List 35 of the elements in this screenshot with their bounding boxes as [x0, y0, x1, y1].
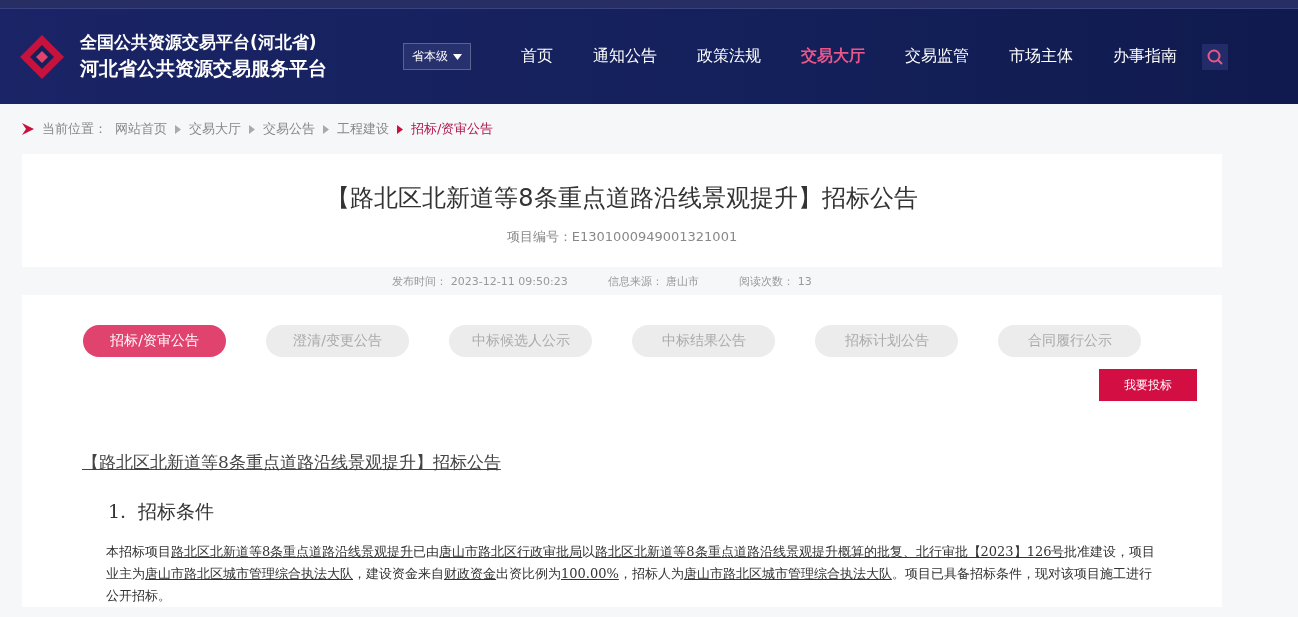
level-select[interactable]: 省本级 — [403, 43, 471, 70]
search-icon — [1207, 48, 1223, 65]
bid-button[interactable]: 我要投标 — [1099, 369, 1197, 401]
nav-item[interactable]: 办事指南 — [1093, 46, 1197, 67]
logo-icon — [18, 32, 66, 81]
breadcrumb-label: 当前位置： — [42, 120, 107, 138]
arrow-icon — [323, 124, 329, 134]
nav-item[interactable]: 交易监管 — [885, 46, 989, 67]
arrow-icon — [175, 124, 181, 134]
notice-tab[interactable]: 招标/资审公告 — [83, 325, 226, 357]
section-heading: 1. 招标条件 — [108, 499, 216, 524]
meta-text: 发布时间： 2023-12-11 09:50:23 — [392, 273, 568, 289]
breadcrumb-link[interactable]: 网站首页 — [115, 120, 167, 138]
meta-text: 阅读次数： 13 — [739, 273, 812, 289]
breadcrumb-link[interactable]: 交易公告 — [263, 120, 315, 138]
breadcrumb-link[interactable]: 交易大厅 — [189, 120, 241, 138]
caret-icon — [453, 53, 462, 60]
breadcrumb-link[interactable]: 工程建设 — [337, 120, 389, 138]
nav-item[interactable]: 首页 — [501, 46, 573, 67]
arrow-icon — [249, 124, 255, 134]
meta-text: 信息来源： 唐山市 — [607, 273, 700, 289]
article-title: 【路北区北新道等8条重点道路沿线景观提升】招标公告 — [325, 183, 919, 214]
project-number: 项目编号：E1301000949001321001 — [505, 228, 739, 246]
search-button[interactable] — [1202, 43, 1228, 70]
nav-item[interactable]: 市场主体 — [989, 46, 1093, 67]
nav-item[interactable]: 政策法规 — [677, 46, 781, 67]
site-title: 全国公共资源交易平台(河北省) — [80, 31, 318, 54]
location-arrow-icon — [22, 123, 34, 135]
site-title: 河北省公共资源交易服务平台 — [80, 56, 327, 81]
paragraph: 本招标项目路北区北新道等8条重点道路沿线景观提升已由唐山市路北区行政审批局以路北区北新道等8条重点道路沿线景观提升概算的批复、北行审批【2023】126号批准建设，项目业主为唐山市路北区城市管理综合执法大队，建设资金来自 财政资金出资比例为100.00%，招标人为唐山市路北区城市管理综合执法大队。项目已具备招标条件，现对该项目施工进行公开招标。 — [106, 543, 1157, 605]
document-title: 【路北区北新道等8条重点道路沿线景观提升】招标公告 — [82, 451, 502, 474]
arrow-icon — [397, 124, 403, 134]
nav-item[interactable]: 交易大厅 — [781, 46, 885, 67]
nav-item[interactable]: 通知公告 — [573, 46, 677, 67]
breadcrumb-link[interactable]: 招标/资审公告 — [411, 120, 494, 138]
